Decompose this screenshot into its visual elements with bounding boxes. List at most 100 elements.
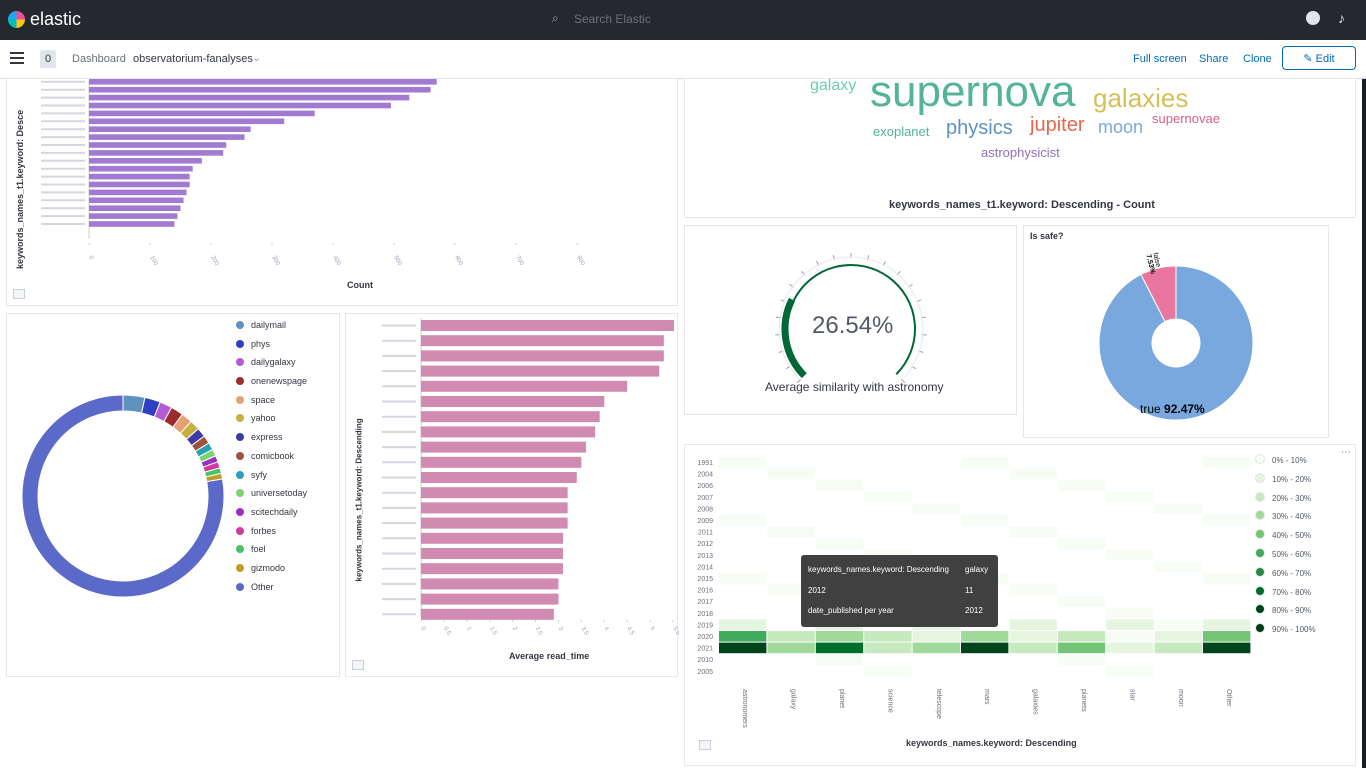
global-search-input[interactable]: ⌕ Search Elastic [552, 10, 772, 30]
legend-item[interactable]: onenewspage [236, 376, 307, 395]
heatmap-legend-item[interactable]: 50% - 60% [1255, 547, 1316, 567]
word-moon: moon [1098, 117, 1144, 137]
legend-item[interactable]: gizmodo [236, 563, 307, 582]
elastic-logo-icon[interactable] [8, 11, 25, 28]
keyword-x-tick-label: 400 [331, 255, 342, 267]
breadcrumb-current-dashboard[interactable]: observatorium-fanalyses [133, 53, 253, 65]
heatmap-legend-item[interactable]: 10% - 20% [1255, 472, 1316, 492]
keyword-count-chart: 0 100 200 300 400 500 600 700 800 [41, 79, 586, 267]
legend-item[interactable]: yahoo [236, 413, 307, 432]
legend-item[interactable]: express [236, 432, 307, 451]
brand-name[interactable]: elastic [30, 9, 81, 30]
legend-label: scitechdaily [251, 506, 298, 517]
heatmap-legend-item[interactable]: 40% - 50% [1255, 529, 1316, 548]
heatmap-y-tick-label: 1991 [697, 460, 713, 467]
legend-label: onenewspage [251, 376, 308, 387]
more-options-icon[interactable]: ⋯ [1341, 448, 1355, 459]
spaces-badge[interactable]: 0 [40, 50, 56, 68]
legend-label: dailymail [251, 320, 287, 330]
legend-item[interactable]: space [236, 395, 307, 414]
heatmap-y-tick-label: 2004 [697, 472, 713, 479]
legend-item[interactable]: comicbook [236, 451, 307, 470]
heatmap-y-tick-label: 2006 [697, 483, 713, 490]
heatmap-y-tick-label: 2011 [698, 530, 713, 537]
heatmap-legend-item[interactable]: 60% - 70% [1255, 566, 1316, 586]
keyword-bar [89, 221, 175, 227]
heatmap-x-tick-label: galaxy [790, 689, 797, 710]
heatmap-x-tick-label: science [886, 689, 893, 713]
legend-item[interactable]: universetoday [236, 488, 307, 507]
heatmap-cell [815, 480, 864, 491]
keyword-bar [89, 197, 184, 204]
keyword-x-tick-label: 600 [453, 255, 464, 267]
heatmap-legend-item[interactable]: 90% - 100% [1255, 623, 1316, 642]
heatmap-legend-item[interactable]: 20% - 30% [1255, 491, 1316, 511]
heatmap-legend-label: 0% - 10% [1272, 456, 1307, 465]
chevron-down-icon[interactable]: ⌄ [252, 51, 261, 64]
legend-swatch [236, 451, 244, 460]
heatmap-x-tick-label: planets [1080, 689, 1087, 712]
heatmap-cell [1154, 631, 1202, 642]
legend-label: dailygalaxy [251, 357, 296, 368]
heatmap-legend-label: 70% - 80% [1272, 587, 1312, 597]
read-time-x-tick-label: 3.5 [580, 626, 590, 637]
share-link[interactable]: Share [1199, 53, 1228, 65]
heatmap-legend-item[interactable]: 80% - 90% [1255, 604, 1316, 623]
legend-item[interactable]: forbes [236, 526, 307, 545]
heatmap-legend-swatch [1255, 566, 1265, 577]
heatmap-legend-item[interactable]: 70% - 80% [1255, 585, 1316, 605]
read-time-bar [421, 365, 660, 377]
keyword-bar [89, 158, 202, 164]
legend-label: syfy [251, 469, 268, 480]
legend-item[interactable]: foel [236, 544, 307, 563]
legend-swatch [236, 470, 244, 479]
heatmap-legend-swatch [1255, 529, 1265, 540]
legend-swatch [236, 489, 244, 498]
clone-link[interactable]: Clone [1243, 53, 1272, 65]
read-time-bar [421, 441, 586, 453]
full-screen-link[interactable]: Full screen [1133, 53, 1187, 65]
panel-menu-icon[interactable] [13, 289, 25, 299]
read-time-x-tick-label: 4.5 [625, 626, 635, 637]
keyword-x-tick-label: 300 [270, 255, 281, 267]
heatmap-cell [961, 515, 1009, 526]
heatmap-cell [1009, 584, 1057, 596]
panel-menu-icon[interactable] [352, 660, 364, 670]
breadcrumb-dashboard[interactable]: Dashboard [72, 53, 126, 65]
read-time-x-tick-label: 3 [557, 626, 564, 632]
notification-icon[interactable]: ♪ [1338, 10, 1345, 26]
legend-item[interactable]: phys [236, 339, 307, 358]
panel-menu-icon[interactable] [699, 740, 711, 750]
heatmap-cell [1009, 526, 1057, 538]
word-galaxy: galaxy [810, 77, 857, 94]
legend-item[interactable]: dailymail [236, 320, 307, 339]
heatmap-y-tick-label: 2009 [697, 518, 713, 525]
read-time-ylabel: keywords_names_t1.keyword: Descending [354, 418, 364, 582]
heatmap-cell [1057, 654, 1106, 665]
keyword-count-xlabel: Count [347, 280, 373, 290]
help-icon[interactable] [1306, 11, 1320, 25]
legend-item[interactable]: scitechdaily [236, 507, 307, 526]
heatmap-cell [864, 491, 912, 503]
heatmap-legend-label: 30% - 40% [1272, 512, 1312, 522]
read-time-x-tick-label: 0 [419, 626, 426, 632]
read-time-bar [421, 350, 664, 362]
heatmap-cell [864, 642, 912, 654]
heatmap-cell [1203, 631, 1251, 642]
heatmap-legend-swatch [1255, 623, 1265, 634]
word-physics: physics [946, 117, 1013, 139]
heatmap-cell [1057, 538, 1106, 549]
legend-item[interactable]: syfy [236, 470, 307, 489]
heatmap-legend-item[interactable]: 30% - 40% [1255, 510, 1316, 529]
word-supernova: supernova [870, 67, 1076, 116]
legend-item[interactable]: dailygalaxy [236, 357, 307, 376]
hamburger-menu-icon[interactable] [10, 52, 24, 64]
keyword-bar [89, 189, 187, 196]
heatmap-legend-label: 80% - 90% [1272, 606, 1312, 616]
edit-button[interactable]: ✎ Edit [1282, 46, 1356, 70]
search-icon: ⌕ [552, 11, 559, 25]
heatmap-legend-item[interactable]: 0% - 10% [1255, 454, 1316, 473]
read-time-x-tick-label: 2.5 [534, 626, 544, 637]
legend-item[interactable]: Other [236, 582, 307, 601]
keyword-bar [89, 165, 193, 172]
